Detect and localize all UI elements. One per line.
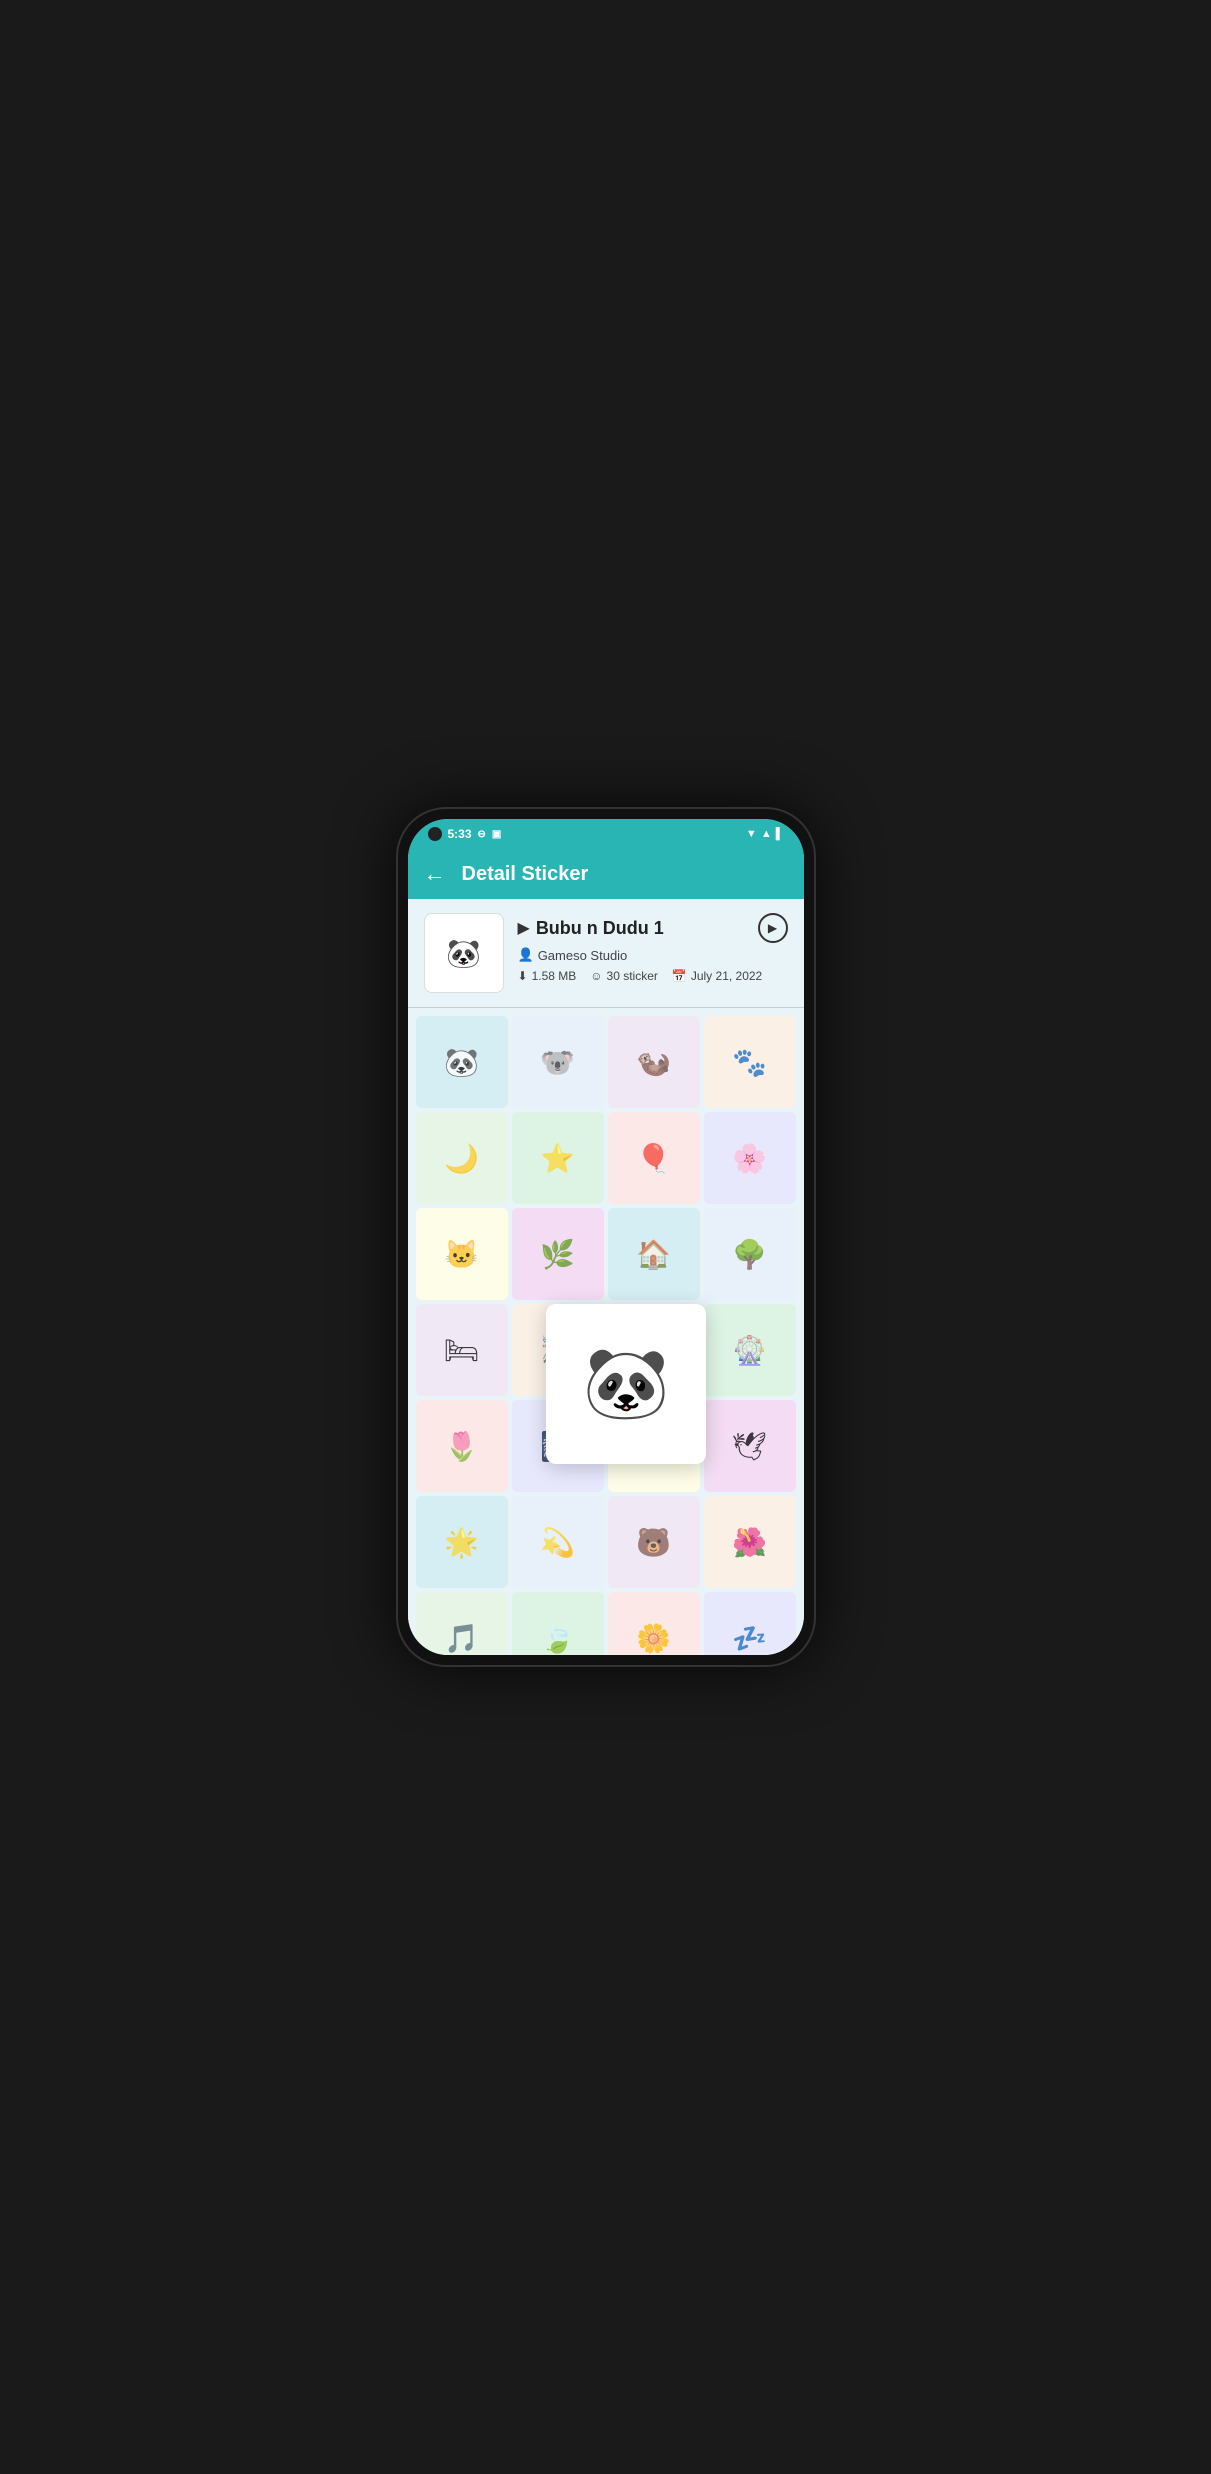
sticker-emoji: 🐾 — [732, 1046, 767, 1079]
sticker-emoji: 🦦 — [636, 1046, 671, 1079]
sticker-emoji: 🌺 — [732, 1526, 767, 1559]
sticker-item[interactable]: 🌳 — [704, 1208, 796, 1300]
sticker-preview-overlay: 🐼 — [546, 1304, 706, 1464]
sticker-emoji: 🌸 — [732, 1142, 767, 1175]
meta-count: ☺ 30 sticker — [590, 969, 658, 983]
pack-name-with-icon: ▶ Bubu n Dudu 1 — [518, 918, 664, 939]
phone-shell: 5:33 ⊖ ▣ ▼ ▲ ▌ ← Detail Sticker 🐼 — [396, 807, 816, 1667]
sticker-item[interactable]: 🦦 — [608, 1016, 700, 1108]
status-left: 5:33 ⊖ ▣ — [428, 827, 502, 841]
sticker-item[interactable]: 🏠 — [608, 1208, 700, 1300]
pack-name: Bubu n Dudu 1 — [536, 918, 664, 939]
sticker-emoji: ⭐ — [540, 1142, 575, 1175]
meta-size: ⬇ 1.58 MB — [518, 969, 577, 983]
date-icon: 📅 — [672, 969, 687, 983]
sticker-emoji: 🎵 — [444, 1622, 479, 1655]
count-value: 30 sticker — [607, 969, 658, 983]
pack-info: ▶ Bubu n Dudu 1 ▶ 👤 Gameso Studio ⬇ 1.58… — [518, 913, 788, 983]
sticker-emoji: 🐱 — [444, 1238, 479, 1271]
sticker-item[interactable]: 💫 — [512, 1496, 604, 1588]
meta-date: 📅 July 21, 2022 — [672, 969, 762, 983]
sticker-emoji: 🌙 — [444, 1142, 479, 1175]
pack-name-row: ▶ Bubu n Dudu 1 ▶ — [518, 913, 788, 943]
date-value: July 21, 2022 — [691, 969, 762, 983]
sticker-grid-wrapper: 🐼🐨🦦🐾🌙⭐🎈🌸🐱🌿🏠🌳🛏🎠🌊🎡🌷🎆🦡🕊🌟💫🐻🌺🎵🍃🌼💤🌻🎋 🐼 — [408, 1008, 804, 1655]
back-button[interactable]: ← — [424, 861, 446, 887]
pack-play-icon: ▶ — [518, 918, 530, 938]
pack-header: 🐼 ▶ Bubu n Dudu 1 ▶ 👤 Gameso Studio — [408, 899, 804, 1008]
status-icon-2: ▣ — [492, 829, 501, 840]
size-icon: ⬇ — [518, 969, 528, 983]
sticker-item[interactable]: 💤 — [704, 1592, 796, 1655]
sticker-emoji: 🌟 — [444, 1526, 479, 1559]
main-content: 🐼 ▶ Bubu n Dudu 1 ▶ 👤 Gameso Studio — [408, 899, 804, 1655]
sticker-emoji: 🌷 — [444, 1430, 479, 1463]
sticker-emoji: 🎡 — [732, 1334, 767, 1367]
battery-icon: ▌ — [776, 828, 784, 840]
sticker-emoji: 🕊 — [732, 1430, 768, 1463]
sticker-item[interactable]: 🌟 — [416, 1496, 508, 1588]
status-icon-1: ⊖ — [478, 829, 486, 840]
sticker-item[interactable]: 🐾 — [704, 1016, 796, 1108]
signal-icon: ▲ — [761, 828, 772, 840]
wifi-icon: ▼ — [746, 828, 757, 840]
preview-emoji: 🐼 — [583, 1343, 670, 1425]
sticker-emoji: 🏠 — [636, 1238, 671, 1271]
pack-author: 👤 Gameso Studio — [518, 947, 788, 963]
app-bar-title: Detail Sticker — [462, 863, 589, 886]
sticker-emoji: 🐻 — [636, 1526, 671, 1559]
sticker-emoji: 🌳 — [732, 1238, 767, 1271]
status-right: ▼ ▲ ▌ — [746, 828, 784, 840]
sticker-item[interactable]: 🌸 — [704, 1112, 796, 1204]
sticker-emoji: 🐼 — [444, 1046, 479, 1079]
thumbnail-emoji: 🐼 — [446, 937, 481, 970]
sticker-emoji: 🍃 — [540, 1622, 575, 1655]
sticker-item[interactable]: 🐱 — [416, 1208, 508, 1300]
sticker-emoji: 🌼 — [636, 1622, 671, 1655]
sticker-emoji: 🐨 — [540, 1046, 575, 1079]
sticker-item[interactable]: 🌺 — [704, 1496, 796, 1588]
phone-screen: 5:33 ⊖ ▣ ▼ ▲ ▌ ← Detail Sticker 🐼 — [408, 819, 804, 1655]
sticker-item[interactable]: 🛏 — [416, 1304, 508, 1396]
app-bar: ← Detail Sticker — [408, 849, 804, 899]
sticker-item[interactable]: 🕊 — [704, 1400, 796, 1492]
sticker-item[interactable]: 🌿 — [512, 1208, 604, 1300]
author-name: Gameso Studio — [538, 948, 628, 963]
sticker-item[interactable]: 🐨 — [512, 1016, 604, 1108]
sticker-item[interactable]: 🐼 — [416, 1016, 508, 1108]
camera-dot — [428, 827, 442, 841]
sticker-item[interactable]: ⭐ — [512, 1112, 604, 1204]
count-icon: ☺ — [590, 969, 602, 983]
sticker-emoji: 🌿 — [540, 1238, 575, 1271]
sticker-emoji: 🛏 — [444, 1334, 480, 1367]
author-icon: 👤 — [518, 947, 534, 963]
sticker-item[interactable]: 🎡 — [704, 1304, 796, 1396]
sticker-item[interactable]: 🌼 — [608, 1592, 700, 1655]
time-display: 5:33 — [448, 827, 472, 841]
sticker-item[interactable]: 🍃 — [512, 1592, 604, 1655]
size-value: 1.58 MB — [532, 969, 577, 983]
play-button[interactable]: ▶ — [758, 913, 788, 943]
sticker-item[interactable]: 🌙 — [416, 1112, 508, 1204]
pack-meta: ⬇ 1.58 MB ☺ 30 sticker 📅 July 21, 2022 — [518, 969, 788, 983]
pack-thumbnail: 🐼 — [424, 913, 504, 993]
sticker-emoji: 💤 — [732, 1622, 767, 1655]
sticker-emoji: 🎈 — [636, 1142, 671, 1175]
sticker-emoji: 💫 — [540, 1526, 575, 1559]
sticker-item[interactable]: 🎈 — [608, 1112, 700, 1204]
status-bar: 5:33 ⊖ ▣ ▼ ▲ ▌ — [408, 819, 804, 849]
sticker-item[interactable]: 🌷 — [416, 1400, 508, 1492]
sticker-item[interactable]: 🎵 — [416, 1592, 508, 1655]
sticker-item[interactable]: 🐻 — [608, 1496, 700, 1588]
